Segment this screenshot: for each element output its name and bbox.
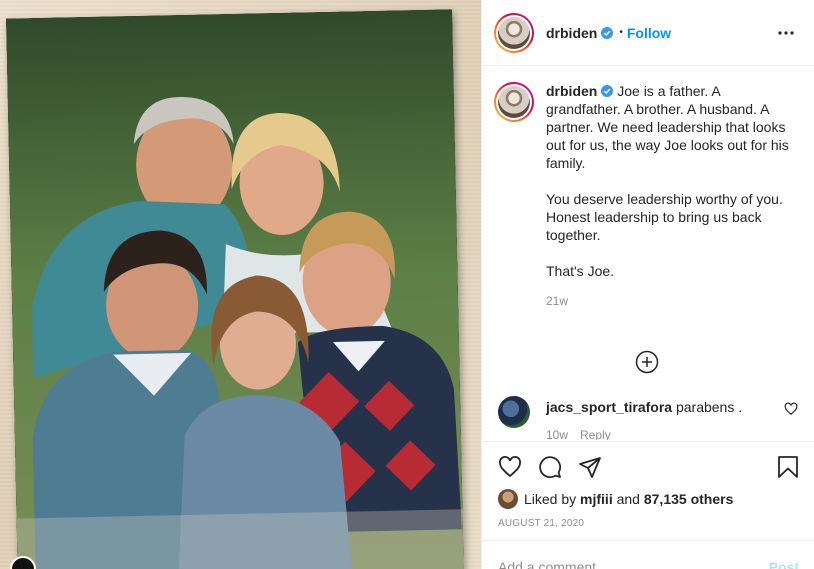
comment-button[interactable] — [538, 447, 578, 487]
comment-input[interactable] — [498, 559, 761, 569]
caption-text: drbiden Joe is a father. A grandfather. … — [546, 82, 798, 280]
comment-meta: 10w Reply — [546, 428, 766, 440]
comment-like-heart-icon[interactable] — [784, 402, 798, 416]
liker-avatar[interactable] — [498, 489, 518, 509]
bookmark-icon — [778, 456, 798, 478]
post-details-panel: drbiden • Follow drbiden Joe is a father… — [481, 0, 814, 569]
caption-paragraph-2: You deserve leadership worthy of you. Ho… — [546, 191, 783, 243]
author-avatar[interactable] — [494, 12, 534, 53]
commenter-avatar[interactable] — [498, 396, 530, 428]
author-avatar-frame — [496, 14, 532, 51]
post-photo[interactable] — [6, 9, 464, 569]
liker-username[interactable]: mjfiii — [580, 491, 613, 507]
likes-summary: Liked by mjfiii and 87,135 others — [498, 489, 799, 509]
commenter-username[interactable]: jacs_sport_tirafora — [546, 399, 672, 415]
caption-body: drbiden Joe is a father. A grandfather. … — [546, 82, 798, 308]
comment-text: jacs_sport_tirafora parabens . — [546, 398, 766, 416]
caption-username[interactable]: drbiden — [546, 83, 597, 99]
heart-icon — [499, 456, 521, 478]
author-avatar-image — [498, 16, 530, 49]
plus-circle-icon — [635, 350, 659, 374]
verified-badge-icon — [601, 26, 614, 39]
caption-avatar-frame — [496, 84, 532, 120]
comment-icon — [539, 456, 562, 479]
likes-count[interactable]: 87,135 others — [644, 491, 734, 507]
caption-timestamp[interactable]: 21w — [546, 294, 798, 308]
likes-joiner: and — [616, 491, 640, 507]
photo-illustration — [6, 9, 464, 569]
verified-badge-icon — [601, 85, 614, 97]
follow-button[interactable]: Follow — [627, 25, 671, 41]
more-options-icon[interactable] — [774, 21, 798, 45]
save-button[interactable] — [759, 447, 799, 487]
add-comment-bar: Post — [482, 540, 814, 569]
post-image-pane[interactable] — [0, 0, 481, 569]
caption-paragraph-3: That's Joe. — [546, 263, 615, 279]
caption-paragraph: drbiden Joe is a father. A grandfather. … — [546, 82, 798, 172]
action-icon-row — [498, 442, 799, 492]
post-actions: Liked by mjfiii and 87,135 others AUGUST… — [482, 441, 814, 529]
more-horizontal-icon — [778, 30, 794, 35]
comment-timestamp[interactable]: 10w — [546, 428, 568, 440]
caption-author-avatar[interactable] — [494, 82, 534, 122]
post-comment-button[interactable]: Post — [769, 559, 799, 569]
share-icon — [579, 457, 601, 478]
like-button[interactable] — [498, 447, 538, 487]
comment-item: jacs_sport_tirafora parabens . 10w Reply — [498, 396, 798, 440]
likes-prefix: Liked by — [524, 491, 577, 507]
reply-button[interactable]: Reply — [580, 428, 611, 440]
header-separator: • — [619, 27, 623, 38]
author-username[interactable]: drbiden — [546, 25, 597, 41]
comment-message: parabens . — [675, 399, 743, 415]
comments-section[interactable]: drbiden Joe is a father. A grandfather. … — [482, 66, 814, 440]
post-date[interactable]: AUGUST 21, 2020 — [498, 518, 799, 529]
share-button[interactable] — [578, 447, 618, 487]
caption-avatar-image — [498, 86, 530, 118]
load-more-comments-button[interactable] — [635, 350, 659, 374]
comment-body: jacs_sport_tirafora parabens . 10w Reply — [546, 398, 766, 440]
caption: drbiden Joe is a father. A grandfather. … — [494, 82, 798, 308]
post-header: drbiden • Follow — [482, 0, 814, 66]
